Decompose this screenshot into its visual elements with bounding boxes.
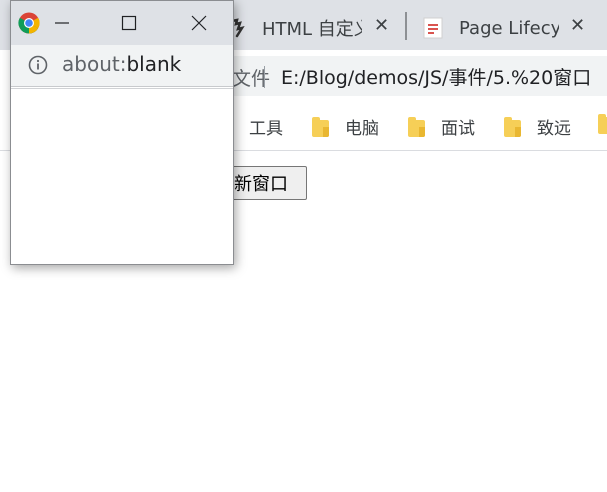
popup-title-bar[interactable] bbox=[11, 1, 233, 45]
maximize-icon[interactable] bbox=[117, 11, 141, 35]
document-favicon-icon bbox=[423, 17, 443, 39]
omnibox-separator bbox=[264, 66, 265, 88]
tab-close-icon[interactable]: ✕ bbox=[570, 15, 585, 36]
url-path: blank bbox=[126, 52, 182, 76]
bookmark-label: 工具 bbox=[249, 119, 283, 139]
url-scheme: about: bbox=[62, 52, 127, 76]
address-url[interactable]: E:/Blog/demos/JS/事件/5.%20窗口 bbox=[281, 63, 591, 90]
popup-url[interactable]: about:blank bbox=[62, 52, 181, 76]
folder-icon bbox=[408, 116, 425, 137]
bookmark-folder-interview[interactable]: 面试 bbox=[408, 114, 475, 139]
tab-close-icon[interactable]: ✕ bbox=[374, 15, 389, 36]
chrome-logo-icon bbox=[18, 12, 40, 34]
bookmark-folder-computer[interactable]: 电脑 bbox=[312, 114, 379, 139]
minimize-icon[interactable] bbox=[50, 11, 74, 35]
tab-title: HTML 自定义 bbox=[262, 19, 362, 40]
content-divider bbox=[11, 88, 233, 89]
popup-window: about:blank bbox=[10, 0, 234, 265]
bookmark-folder-zhiyuan[interactable]: 致远 bbox=[504, 114, 571, 139]
folder-icon bbox=[504, 116, 521, 137]
bookmark-label: 致远 bbox=[537, 119, 571, 139]
bookmark-label: 电脑 bbox=[345, 119, 379, 139]
tab-html[interactable]: HTML 自定义 ✕ bbox=[228, 6, 398, 50]
close-icon[interactable] bbox=[187, 11, 211, 35]
tab-title: Page Lifecycle bbox=[459, 17, 559, 39]
tab-separator bbox=[405, 12, 407, 40]
folder-icon bbox=[312, 116, 329, 137]
info-icon[interactable] bbox=[28, 55, 48, 75]
bookmark-folder-partial[interactable] bbox=[598, 114, 607, 134]
folder-icon bbox=[598, 114, 607, 134]
tab-page-lifecycle[interactable]: Page Lifecycle ✕ bbox=[422, 6, 597, 50]
popup-address-bar[interactable]: about:blank bbox=[11, 45, 233, 87]
bookmark-label: 面试 bbox=[441, 119, 475, 139]
open-new-window-button[interactable]: 新窗口 bbox=[229, 166, 307, 200]
bookmark-folder-tools[interactable]: 工具 bbox=[249, 114, 283, 139]
